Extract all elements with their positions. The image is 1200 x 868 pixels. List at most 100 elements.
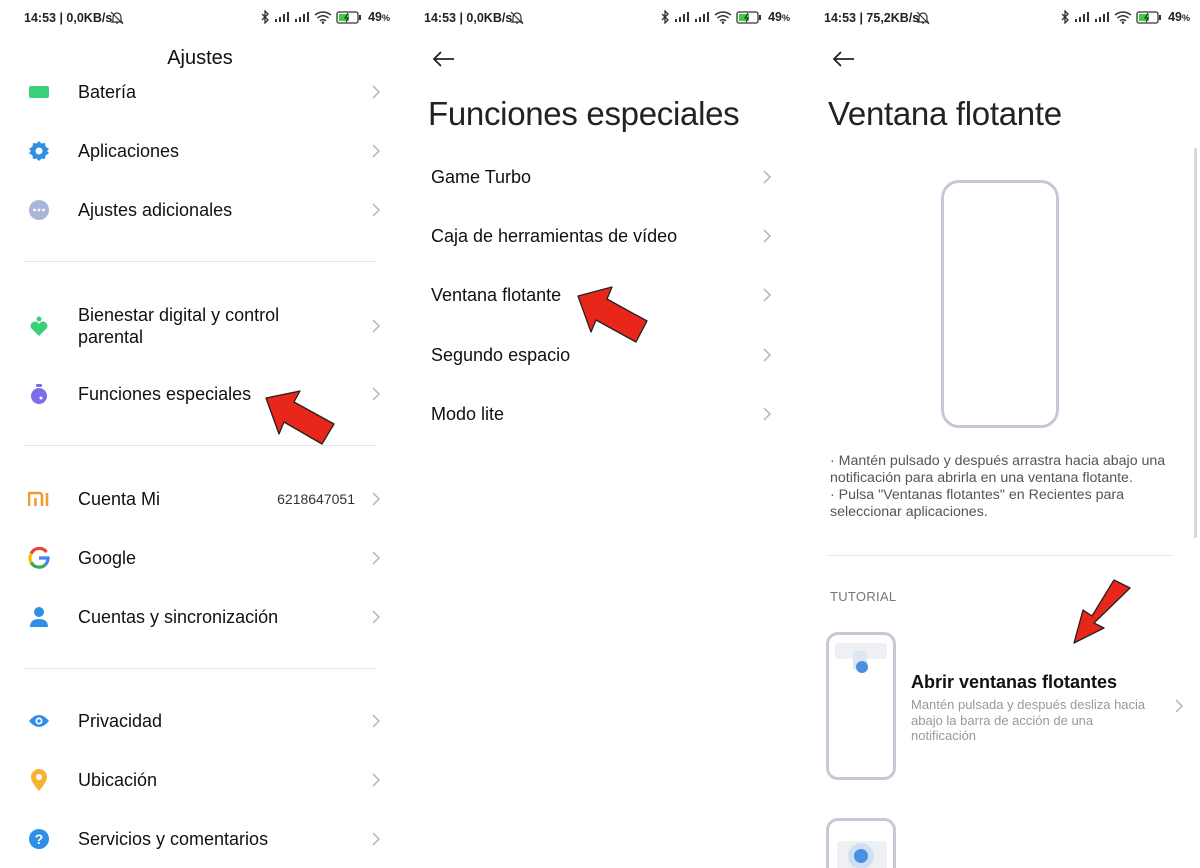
- mute-bell-icon: [510, 11, 524, 25]
- signal-icon: [1075, 12, 1090, 22]
- mi-logo-icon: [28, 488, 50, 510]
- chevron-right-icon: [372, 319, 381, 333]
- google-g-icon: [28, 547, 50, 569]
- section-label: TUTORIAL: [830, 589, 897, 604]
- description-line: · Pulsa "Ventanas flotantes" en Reciente…: [830, 487, 1125, 520]
- settings-item-cuenta-mi[interactable]: Cuenta Mi 6218647051: [0, 471, 400, 527]
- battery-icon: [736, 10, 762, 24]
- signal-icon: [1095, 12, 1110, 22]
- signal-icon: [275, 12, 290, 22]
- back-arrow-icon[interactable]: [432, 49, 456, 69]
- touch-dot: [854, 849, 868, 863]
- battery-percent: 49%: [368, 10, 390, 24]
- menu-item-label: Caja de herramientas de vídeo: [431, 225, 678, 246]
- screen-funciones-especiales: 14:53 | 0,0KB/s 49% Funciones especiales…: [400, 0, 800, 868]
- settings-item-label: Ajustes adicionales: [78, 200, 233, 220]
- menu-item-game-turbo[interactable]: Game Turbo: [400, 150, 800, 204]
- chevron-right-icon: [763, 348, 772, 362]
- signal-icon: [675, 12, 690, 22]
- settings-item-ubicacion[interactable]: Ubicación: [0, 752, 400, 808]
- settings-item-bienestar-digital[interactable]: Bienestar digital y control parental: [0, 296, 400, 356]
- potion-icon: [28, 383, 50, 405]
- heart-person-icon: [28, 315, 50, 337]
- battery-icon: [28, 82, 50, 103]
- eye-icon: [28, 710, 50, 732]
- status-time: 14:53 | 0,0KB/s: [24, 11, 113, 25]
- settings-item-funciones-especiales[interactable]: Funciones especiales: [0, 366, 400, 422]
- scrollbar[interactable]: [1194, 148, 1197, 538]
- annotation-arrow: [1073, 579, 1131, 644]
- settings-item-bateria[interactable]: Batería: [0, 82, 400, 120]
- page-title: Ajustes: [167, 47, 233, 69]
- status-bar: 14:53 | 75,2KB/s 49%: [800, 0, 1200, 36]
- chevron-right-icon: [372, 492, 381, 506]
- menu-item-caja-herramientas-video[interactable]: Caja de herramientas de vídeo: [400, 209, 800, 263]
- mute-bell-icon: [110, 11, 124, 25]
- settings-item-label: Aplicaciones: [78, 141, 180, 161]
- menu-item-modo-lite[interactable]: Modo lite: [400, 387, 800, 441]
- chevron-right-icon: [372, 551, 381, 565]
- help-icon: ?: [28, 828, 50, 850]
- settings-item-label: Ubicación: [78, 770, 158, 790]
- settings-item-aplicaciones[interactable]: Aplicaciones: [0, 123, 400, 179]
- settings-item-label: Funciones especiales: [78, 384, 252, 404]
- menu-item-label: Segundo espacio: [431, 344, 571, 365]
- mute-bell-icon: [916, 11, 930, 25]
- wifi-icon: [1114, 10, 1132, 24]
- battery-percent: 49%: [768, 10, 790, 24]
- chevron-right-icon: [763, 407, 772, 421]
- account-id: 6218647051: [277, 491, 355, 507]
- wifi-icon: [314, 10, 332, 24]
- status-bar: 14:53 | 0,0KB/s 49%: [400, 0, 800, 36]
- battery-icon: [336, 10, 362, 24]
- chevron-right-icon: [372, 773, 381, 787]
- description-line: · Mantén pulsado y después arrastra haci…: [830, 453, 1166, 486]
- feature-description: · Mantén pulsado y después arrastra haci…: [830, 453, 1175, 521]
- divider: [24, 261, 376, 262]
- chevron-right-icon: [763, 229, 772, 243]
- bluetooth-icon: [661, 10, 669, 24]
- touch-dot: [856, 661, 868, 673]
- annotation-arrow: [577, 286, 648, 343]
- menu-item-label: Modo lite: [431, 403, 505, 424]
- settings-item-label: Bienestar digital y control parental: [78, 305, 280, 347]
- chevron-right-icon: [763, 170, 772, 184]
- settings-item-cuentas-sincronizacion[interactable]: Cuentas y sincronización: [0, 589, 400, 645]
- divider: [24, 668, 376, 669]
- settings-item-privacidad[interactable]: Privacidad: [0, 693, 400, 749]
- back-arrow-icon[interactable]: [832, 49, 856, 69]
- settings-item-label: Privacidad: [78, 711, 163, 731]
- settings-item-label: Cuenta Mi: [78, 489, 161, 509]
- tutorial-title: Abrir ventanas flotantes: [911, 672, 1118, 692]
- settings-item-google[interactable]: Google: [0, 530, 400, 586]
- settings-item-label: Servicios y comentarios: [78, 829, 269, 849]
- screen-ajustes: 14:53 | 0,0KB/s 49% Ajustes Batería Apli…: [0, 0, 400, 868]
- chevron-right-icon: [372, 714, 381, 728]
- tutorial-illustration-2[interactable]: [826, 818, 896, 868]
- page-title: Ventana flotante: [828, 95, 1062, 132]
- bluetooth-icon: [261, 10, 269, 24]
- battery-icon: [1136, 10, 1162, 24]
- battery-percent: 49%: [1168, 10, 1190, 24]
- screen-ventana-flotante: 14:53 | 75,2KB/s 49% Ventana flotante · …: [800, 0, 1200, 868]
- settings-item-ajustes-adicionales[interactable]: Ajustes adicionales: [0, 182, 400, 238]
- gear-icon: [28, 140, 50, 162]
- chevron-right-icon: [372, 203, 381, 217]
- menu-item-label: Ventana flotante: [431, 284, 562, 305]
- status-icons: 49%: [260, 10, 390, 24]
- tutorial-illustration: [826, 632, 896, 780]
- annotation-arrow: [265, 390, 335, 445]
- signal-icon: [295, 12, 310, 22]
- person-icon: [28, 606, 50, 628]
- tutorial-item-abrir-ventanas[interactable]: Abrir ventanas flotantes Mantén pulsada …: [800, 630, 1200, 780]
- svg-text:?: ?: [35, 831, 44, 847]
- settings-item-servicios-comentarios[interactable]: ? Servicios y comentarios: [0, 811, 400, 867]
- chevron-right-icon: [372, 610, 381, 624]
- chevron-right-icon: [1175, 699, 1184, 713]
- bluetooth-icon: [1061, 10, 1069, 24]
- divider: [828, 555, 1172, 556]
- tutorial-description: Mantén pulsada y después desliza hacia a…: [911, 697, 1146, 743]
- settings-item-label: Cuentas y sincronización: [78, 607, 279, 627]
- page-title: Funciones especiales: [428, 95, 740, 132]
- phone-illustration: [941, 180, 1059, 428]
